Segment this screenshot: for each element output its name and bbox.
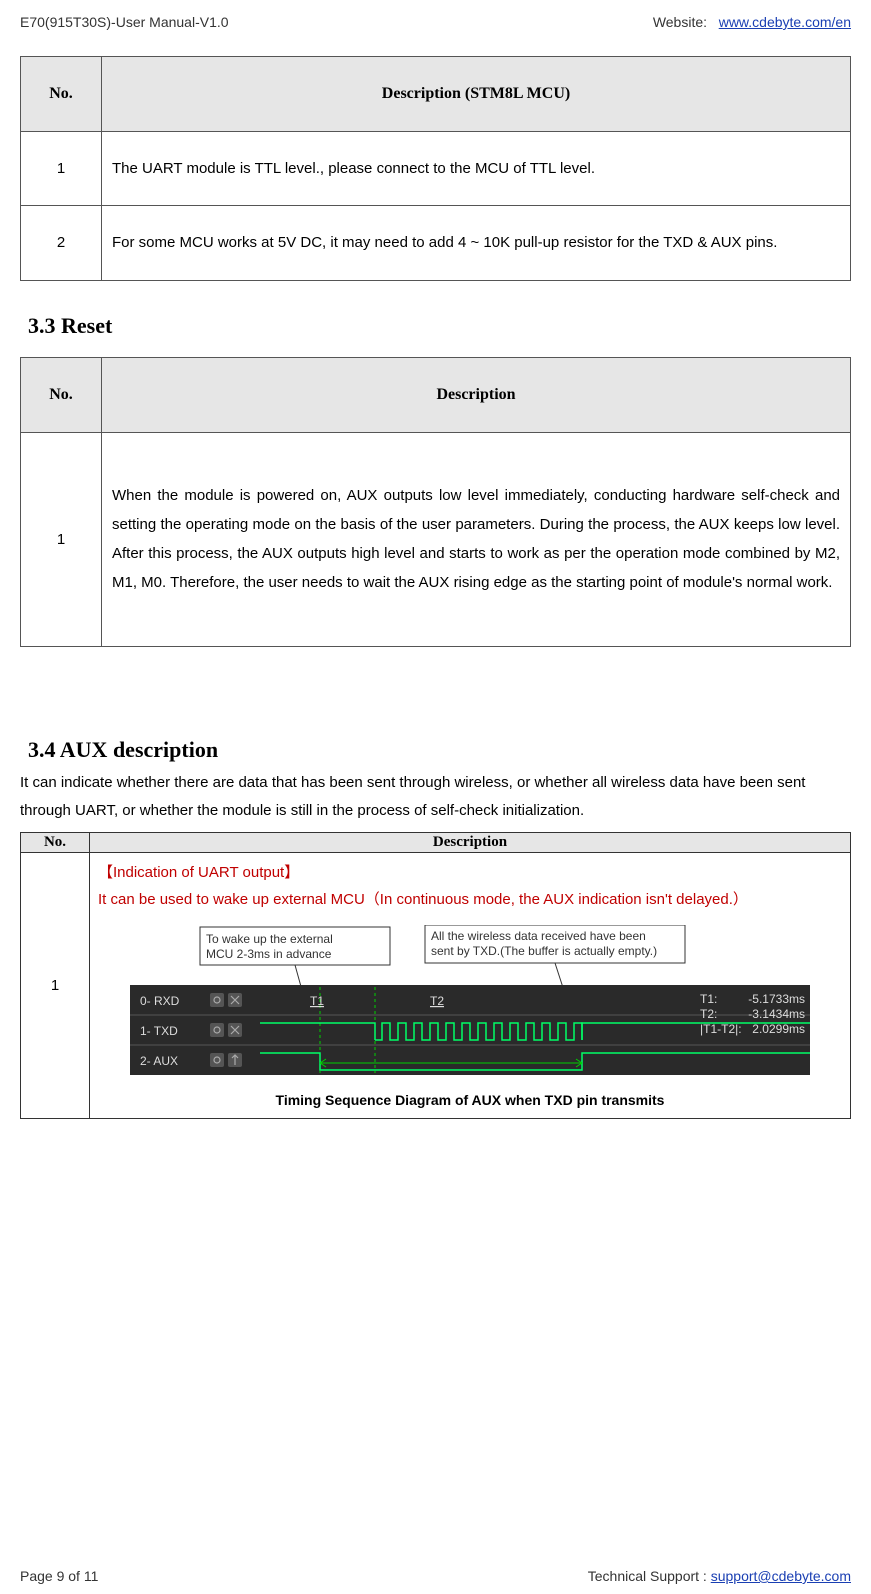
col-header-no: No. bbox=[21, 57, 102, 132]
callout-left-line2: MCU 2-3ms in advance bbox=[206, 947, 332, 961]
callout-right-line1: All the wireless data received have been bbox=[431, 929, 646, 943]
meas-t1-val: -5.1733ms bbox=[748, 992, 805, 1006]
timing-diagram-svg: To wake up the external MCU 2-3ms in adv… bbox=[110, 925, 830, 1090]
support-email-link[interactable]: support@cdebyte.com bbox=[711, 1568, 851, 1584]
table-header-row: No. Description bbox=[21, 357, 851, 432]
cell-desc: The UART module is TTL level., please co… bbox=[102, 132, 851, 206]
cell-no: 1 bbox=[21, 432, 102, 646]
doc-title: E70(915T30S)-User Manual-V1.0 bbox=[20, 14, 229, 30]
table-row: 1 【Indication of UART output】 It can be … bbox=[21, 852, 851, 1118]
meas-dt-label: |T1-T2|: bbox=[700, 1022, 742, 1036]
page-footer: Page 9 of 11 Technical Support : support… bbox=[20, 1568, 851, 1584]
reset-table: No. Description 1 When the module is pow… bbox=[20, 357, 851, 647]
table-header-row: No. Description bbox=[21, 832, 851, 852]
table-header-row: No. Description (STM8L MCU) bbox=[21, 57, 851, 132]
meas-t1-label: T1: bbox=[700, 992, 717, 1006]
table-row: 1 The UART module is TTL level., please … bbox=[21, 132, 851, 206]
support-block: Technical Support : support@cdebyte.com bbox=[588, 1568, 851, 1584]
timing-diagram: To wake up the external MCU 2-3ms in adv… bbox=[98, 925, 842, 1108]
diagram-caption: Timing Sequence Diagram of AUX when TXD … bbox=[98, 1092, 842, 1108]
marker-t1: T1 bbox=[310, 994, 324, 1008]
cell-desc: 【Indication of UART output】 It can be us… bbox=[90, 852, 851, 1118]
col-header-desc: Description bbox=[102, 357, 851, 432]
cell-desc: When the module is powered on, AUX outpu… bbox=[102, 432, 851, 646]
callout-left-line1: To wake up the external bbox=[206, 932, 333, 946]
cell-no: 1 bbox=[21, 132, 102, 206]
support-label: Technical Support : bbox=[588, 1568, 711, 1584]
website-link[interactable]: www.cdebyte.com/en bbox=[719, 14, 851, 30]
aux-description-table: No. Description 1 【Indication of UART ou… bbox=[20, 832, 851, 1119]
website-block: Website: www.cdebyte.com/en bbox=[653, 14, 851, 30]
col-header-no: No. bbox=[21, 357, 102, 432]
col-header-no: No. bbox=[21, 832, 90, 852]
cell-no: 2 bbox=[21, 206, 102, 280]
callout-right-line2: sent by TXD.(The buffer is actually empt… bbox=[431, 944, 657, 958]
website-label: Website: bbox=[653, 14, 707, 30]
scope-label-rxd: 0- RXD bbox=[140, 994, 180, 1008]
col-header-desc: Description bbox=[90, 832, 851, 852]
marker-t2: T2 bbox=[430, 994, 444, 1008]
col-header-desc: Description (STM8L MCU) bbox=[102, 57, 851, 132]
scope-label-aux: 2- AUX bbox=[140, 1054, 178, 1068]
page-header: E70(915T30S)-User Manual-V1.0 Website: w… bbox=[20, 10, 851, 38]
table-row: 1 When the module is powered on, AUX out… bbox=[21, 432, 851, 646]
meas-t2-val: -3.1434ms bbox=[748, 1007, 805, 1021]
section-heading-reset: 3.3 Reset bbox=[28, 313, 851, 339]
cell-desc: For some MCU works at 5V DC, it may need… bbox=[102, 206, 851, 280]
uart-indication-title: 【Indication of UART output】 bbox=[98, 859, 842, 886]
section-heading-aux: 3.4 AUX description bbox=[28, 737, 851, 763]
meas-dt-val: 2.0299ms bbox=[752, 1022, 805, 1036]
page-number: Page 9 of 11 bbox=[20, 1568, 98, 1584]
scope-label-txd: 1- TXD bbox=[140, 1024, 178, 1038]
uart-indication-line: It can be used to wake up external MCU（I… bbox=[98, 886, 842, 913]
stm8l-notes-table: No. Description (STM8L MCU) 1 The UART m… bbox=[20, 56, 851, 281]
cell-no: 1 bbox=[21, 852, 90, 1118]
meas-t2-label: T2: bbox=[700, 1007, 717, 1021]
table-row: 2 For some MCU works at 5V DC, it may ne… bbox=[21, 206, 851, 280]
aux-intro-paragraph: It can indicate whether there are data t… bbox=[20, 769, 851, 826]
